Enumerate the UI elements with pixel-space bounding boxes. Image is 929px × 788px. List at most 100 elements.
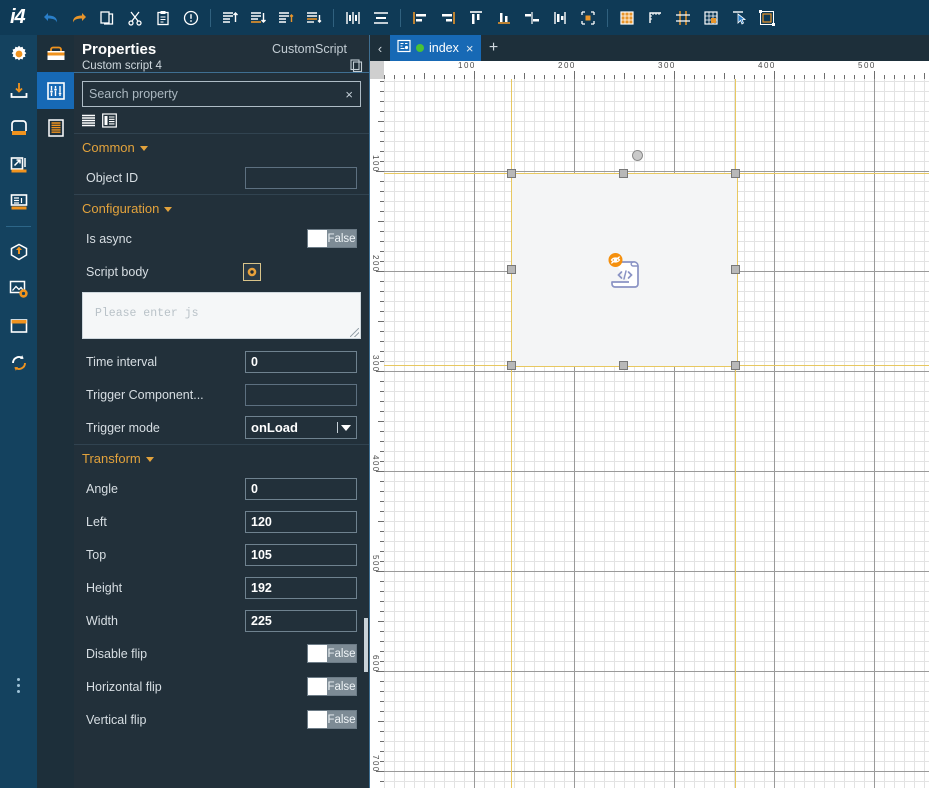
info-icon[interactable]: [178, 5, 204, 31]
settings-icon[interactable]: [0, 35, 37, 72]
section-configuration-header[interactable]: Configuration: [74, 195, 369, 222]
group-icon[interactable]: [575, 5, 601, 31]
is-async-toggle[interactable]: False: [307, 229, 357, 248]
send-to-back-icon[interactable]: [245, 5, 271, 31]
ruler-label: 700: [371, 755, 380, 773]
component-name-label: Custom script 4: [82, 60, 162, 72]
object-id-label: Object ID: [86, 170, 139, 185]
snap-grid-icon[interactable]: [698, 5, 724, 31]
top-input[interactable]: [245, 543, 357, 566]
close-icon[interactable]: ×: [464, 42, 476, 55]
resize-handle-sw[interactable]: [507, 361, 516, 370]
undo-icon[interactable]: [38, 5, 64, 31]
publish-icon[interactable]: [0, 233, 37, 270]
import-icon[interactable]: [0, 72, 37, 109]
archive-icon[interactable]: [0, 109, 37, 146]
send-backward-icon[interactable]: [301, 5, 327, 31]
distribute-horizontal-icon[interactable]: [340, 5, 366, 31]
section-common-header[interactable]: Common: [74, 134, 369, 161]
chevron-down-icon: [341, 424, 351, 431]
align-bottom-icon[interactable]: [491, 5, 517, 31]
select-pointer-icon[interactable]: [726, 5, 752, 31]
export-icon[interactable]: [0, 146, 37, 183]
vertical-flip-toggle[interactable]: False: [307, 710, 357, 729]
rail2-item-outline[interactable]: [37, 109, 74, 146]
angle-input[interactable]: [245, 477, 357, 500]
ruler-label: 200: [371, 255, 380, 273]
preview-icon[interactable]: [754, 5, 780, 31]
resize-handle-s[interactable]: [619, 361, 628, 370]
bring-to-front-icon[interactable]: [217, 5, 243, 31]
object-id-input[interactable]: [245, 166, 357, 189]
height-input[interactable]: [245, 576, 357, 599]
script-body-gear-icon[interactable]: [242, 262, 261, 281]
resize-grip-icon[interactable]: [350, 328, 359, 337]
left-input[interactable]: [245, 510, 357, 533]
section-transform-header[interactable]: Transform: [74, 445, 369, 472]
align-center-horizontal-icon[interactable]: [519, 5, 545, 31]
design-canvas[interactable]: [384, 79, 929, 788]
horizontal-flip-label: Horizontal flip: [86, 679, 162, 694]
flat-list-toggle[interactable]: [80, 112, 97, 129]
library-icon[interactable]: [0, 183, 37, 220]
cut-icon[interactable]: [122, 5, 148, 31]
custom-script-component[interactable]: [511, 173, 738, 367]
rotate-handle[interactable]: [632, 150, 643, 161]
image-settings-icon[interactable]: [0, 270, 37, 307]
resize-handle-w[interactable]: [507, 265, 516, 274]
ruler-icon[interactable]: [642, 5, 668, 31]
width-input[interactable]: [245, 609, 357, 632]
trigger-component-input[interactable]: [245, 383, 357, 406]
script-editor-textarea[interactable]: Please enter js: [82, 292, 361, 339]
add-tab-icon[interactable]: +: [481, 35, 505, 61]
properties-scrollbar[interactable]: [364, 618, 368, 672]
align-top-icon[interactable]: [463, 5, 489, 31]
search-input[interactable]: [83, 83, 339, 105]
ruler-label: 600: [371, 655, 380, 673]
resize-handle-nw[interactable]: [507, 169, 516, 178]
align-right-icon[interactable]: [435, 5, 461, 31]
trigger-mode-select[interactable]: onLoad: [245, 416, 357, 439]
script-code-icon: [599, 244, 651, 296]
rail2-item-components[interactable]: [37, 72, 74, 109]
select-divider: [337, 422, 338, 433]
guides-icon[interactable]: [670, 5, 696, 31]
resize-handle-ne[interactable]: [731, 169, 740, 178]
ruler-tick: [674, 71, 675, 79]
box-icon[interactable]: [0, 307, 37, 344]
toolbar-separator: [332, 8, 334, 27]
tab-scroll-left-icon[interactable]: ‹: [370, 35, 390, 61]
resize-handle-se[interactable]: [731, 361, 740, 370]
rail2-item-toolbox[interactable]: [37, 35, 74, 72]
redo-icon[interactable]: [66, 5, 92, 31]
align-center-vertical-icon[interactable]: [547, 5, 573, 31]
script-body-label: Script body: [86, 264, 149, 279]
section-transform-title: Transform: [82, 451, 141, 466]
distribute-vertical-icon[interactable]: [368, 5, 394, 31]
paste-icon[interactable]: [150, 5, 176, 31]
angle-label: Angle: [86, 481, 118, 496]
refresh-icon[interactable]: [0, 344, 37, 381]
rail-drag-handle[interactable]: [0, 620, 37, 750]
copy-icon[interactable]: [350, 59, 363, 77]
time-interval-input[interactable]: [245, 350, 357, 373]
ruler-tick: [874, 71, 875, 79]
search-box[interactable]: ×: [82, 81, 361, 107]
toggle-knob: [308, 711, 327, 728]
resize-handle-n[interactable]: [619, 169, 628, 178]
bring-forward-icon[interactable]: [273, 5, 299, 31]
script-editor-placeholder: Please enter js: [95, 307, 199, 320]
grouped-list-toggle[interactable]: [101, 112, 118, 129]
tab-index[interactable]: index ×: [390, 35, 482, 61]
disable-flip-toggle[interactable]: False: [307, 644, 357, 663]
horizontal-flip-toggle[interactable]: False: [307, 677, 357, 696]
copy-icon[interactable]: [94, 5, 120, 31]
grid-icon[interactable]: [614, 5, 640, 31]
align-left-icon[interactable]: [407, 5, 433, 31]
clear-search-icon[interactable]: ×: [338, 88, 360, 101]
resize-handle-e[interactable]: [731, 265, 740, 274]
row-disable-flip: Disable flip False: [74, 637, 369, 670]
row-width: Width: [74, 604, 369, 637]
ruler-label: 200: [558, 61, 576, 70]
chevron-down-icon: [145, 457, 154, 462]
